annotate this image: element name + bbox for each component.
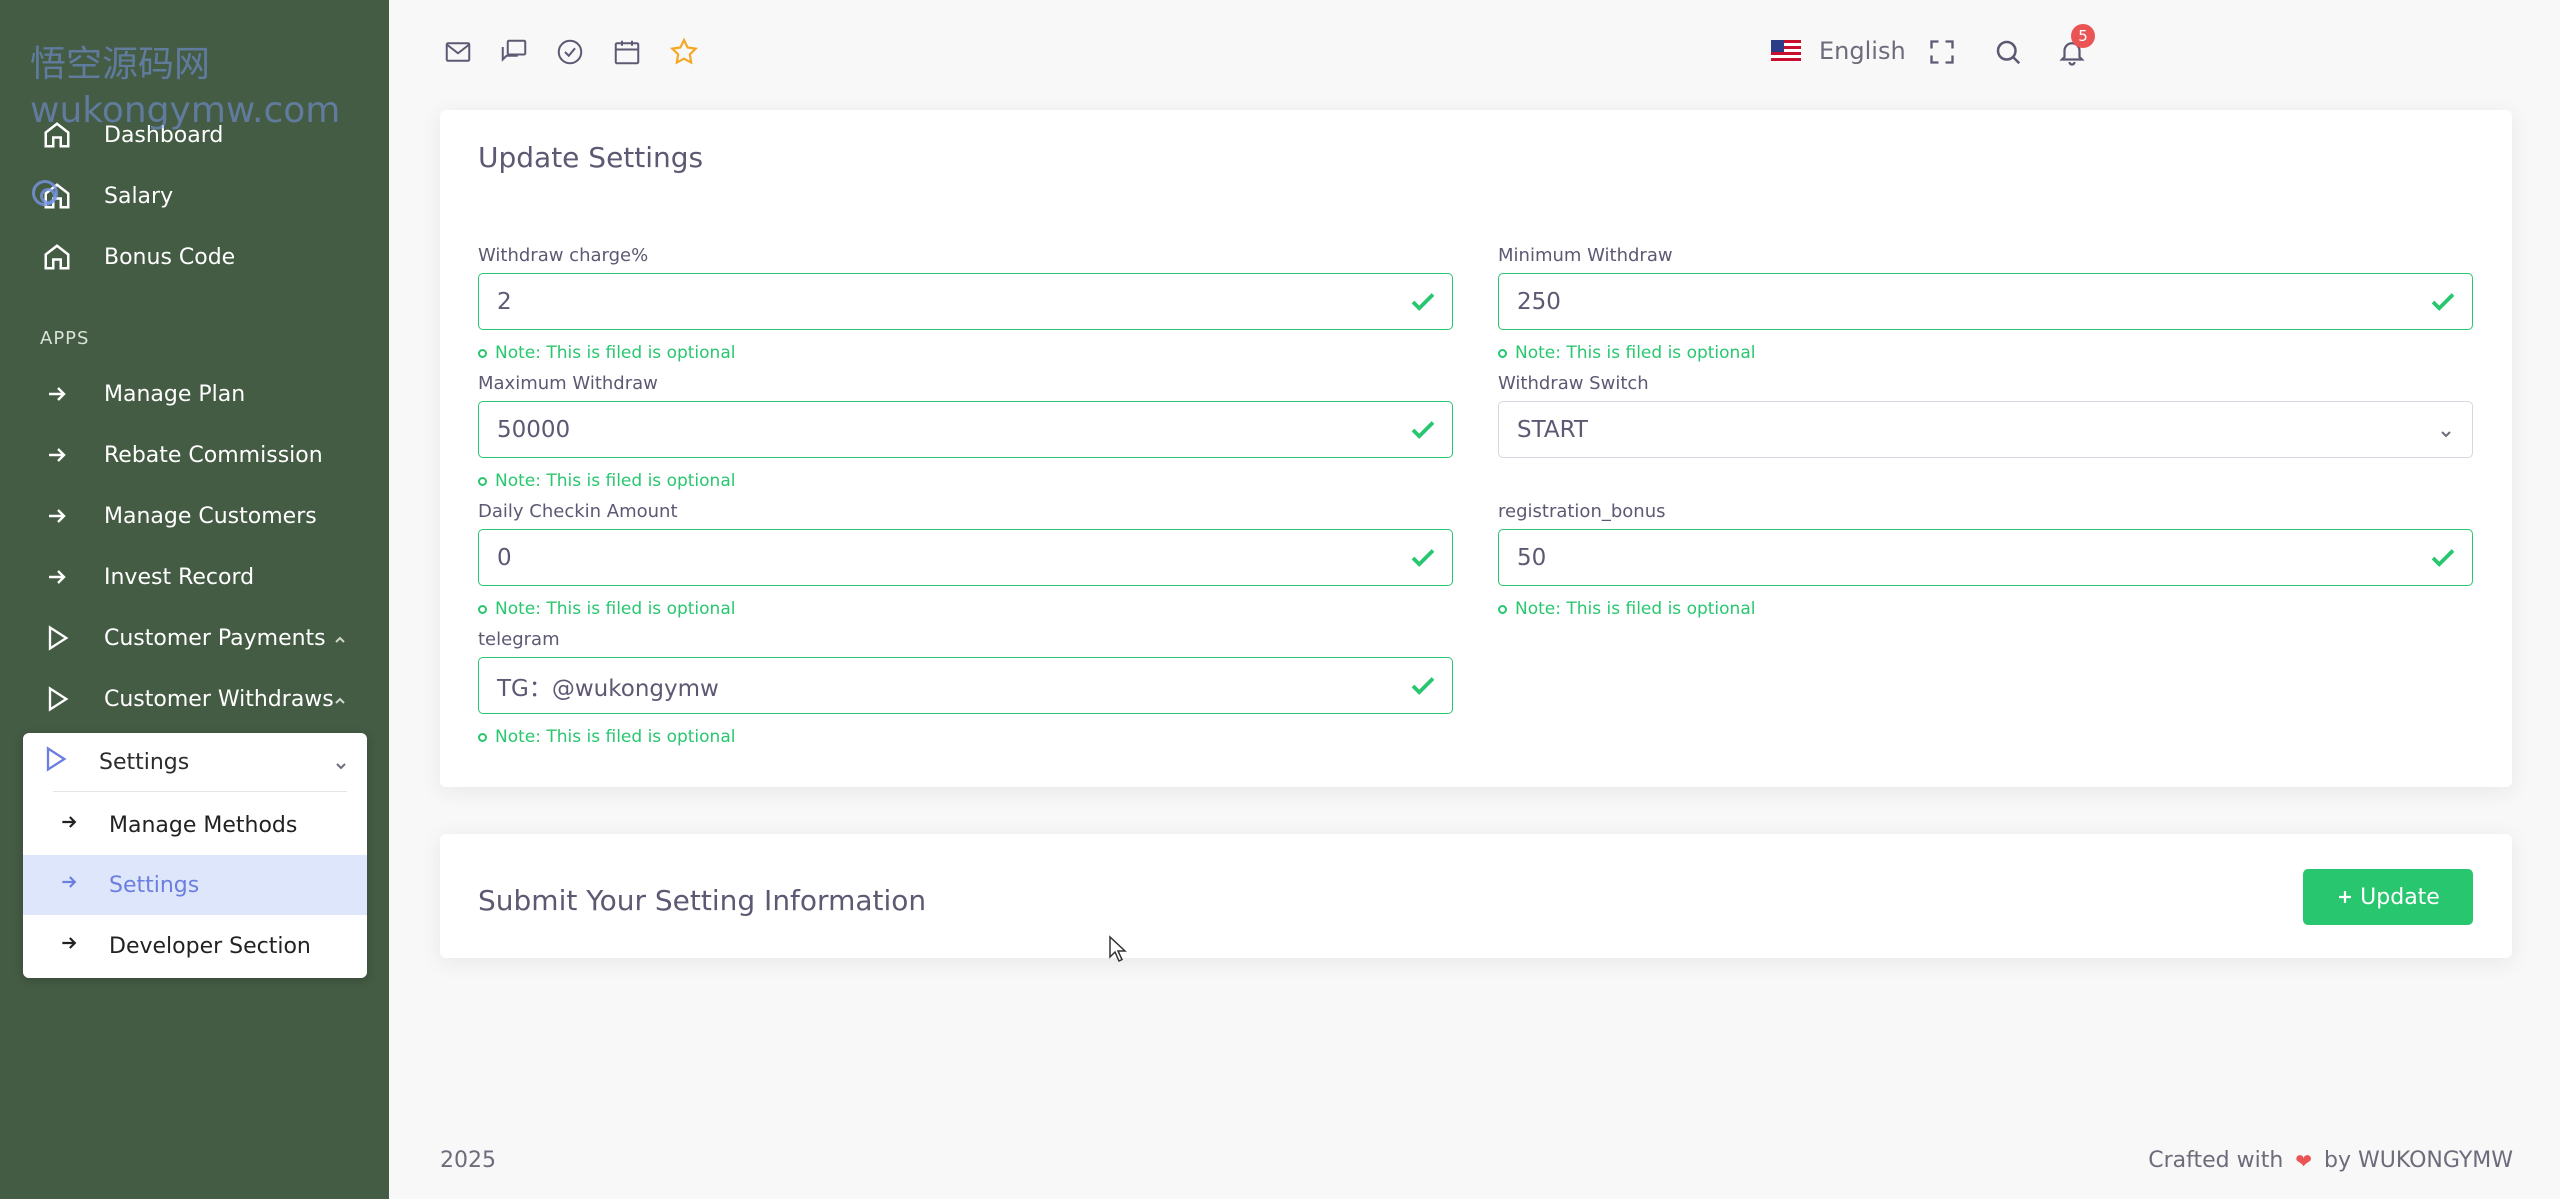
withdraw-charge-input[interactable]: 2 (478, 273, 1453, 330)
arrow-right-icon (40, 438, 74, 472)
sidebar-item-label: Manage Plan (104, 381, 246, 407)
sidebar-item-invest-record[interactable]: Invest Record (24, 548, 366, 606)
sidebar-item-customer-payments[interactable]: Customer Payments (24, 609, 366, 667)
withdraw-charge-label: Withdraw charge% (478, 245, 649, 266)
sidebar-item-developer-section[interactable]: Developer Section (23, 916, 367, 976)
submit-title: Submit Your Setting Information (478, 884, 927, 917)
circle-icon (478, 732, 487, 742)
chevron-down-icon (2438, 422, 2454, 448)
maximum-withdraw-label: Maximum Withdraw (478, 373, 658, 394)
update-button[interactable]: Update (2303, 869, 2473, 925)
sidebar-item-label: Salary (104, 183, 174, 209)
arrow-right-icon (40, 377, 74, 411)
sidebar-item-manage-plan[interactable]: Manage Plan (24, 365, 366, 423)
play-icon (40, 682, 74, 716)
divider (53, 791, 347, 792)
chat-icon[interactable] (498, 36, 530, 68)
mail-icon[interactable] (442, 36, 474, 68)
sidebar-section-label: APPS (40, 328, 90, 349)
circle-icon (1498, 348, 1507, 358)
calendar-icon[interactable] (611, 36, 643, 68)
home-icon (40, 240, 74, 274)
arrow-right-icon (59, 872, 79, 898)
sidebar: 悟空源码网 wukongymw.com Dashboard Salary Bon… (0, 0, 389, 1199)
fullscreen-icon[interactable] (1926, 36, 1958, 68)
circle-icon (478, 476, 487, 486)
field-note: Note: This is filed is optional (478, 471, 735, 491)
registration-bonus-input[interactable]: 50 (1498, 529, 2473, 586)
maximum-withdraw-input[interactable]: 50000 (478, 401, 1453, 458)
sidebar-item-settings[interactable]: Settings (23, 855, 367, 915)
registration-bonus-label: registration_bonus (1498, 501, 1666, 522)
chevron-down-icon (333, 755, 349, 780)
mouse-cursor-icon (1108, 935, 1128, 967)
sidebar-item-dashboard[interactable]: Dashboard (24, 106, 366, 164)
arrow-right-icon (59, 933, 79, 959)
watermark-logo-icon (32, 180, 58, 206)
plus-icon (2336, 888, 2354, 906)
sidebar-item-label: Bonus Code (104, 244, 236, 270)
withdraw-switch-label: Withdraw Switch (1498, 373, 1649, 394)
check-icon (2428, 543, 2458, 579)
daily-checkin-input[interactable]: 0 (478, 529, 1453, 586)
sidebar-item-bonus-code[interactable]: Bonus Code (24, 228, 366, 286)
language-selector[interactable]: English (1771, 36, 1906, 66)
arrow-right-icon (59, 812, 79, 838)
footer-credits: Crafted with ❤ by WUKONGYMW (2148, 1148, 2513, 1173)
sidebar-item-label: Dashboard (104, 122, 224, 148)
language-label: English (1819, 37, 1906, 65)
play-icon (40, 621, 74, 655)
minimum-withdraw-input[interactable]: 250 (1498, 273, 2473, 330)
arrow-right-icon (40, 499, 74, 533)
sidebar-item-label: Developer Section (109, 933, 311, 959)
sidebar-item-manage-methods[interactable]: Manage Methods (23, 795, 367, 855)
minimum-withdraw-label: Minimum Withdraw (1498, 245, 1673, 266)
check-icon (1408, 287, 1438, 323)
field-note: Note: This is filed is optional (1498, 599, 1755, 619)
sidebar-item-salary[interactable]: Salary (24, 167, 366, 225)
page-title: Update Settings (478, 141, 704, 174)
circle-icon (478, 604, 487, 614)
telegram-label: telegram (478, 629, 560, 650)
check-icon (1408, 415, 1438, 451)
arrow-right-icon (40, 560, 74, 594)
circle-icon (478, 348, 487, 358)
sidebar-item-settings-group[interactable]: Settings (23, 733, 367, 791)
sidebar-item-label: Manage Methods (109, 812, 298, 838)
sidebar-item-manage-customers[interactable]: Manage Customers (24, 487, 366, 545)
home-icon (40, 118, 74, 152)
check-icon (1408, 543, 1438, 579)
sidebar-item-label: Invest Record (104, 564, 255, 590)
sidebar-item-customer-withdraws[interactable]: Customer Withdraws (24, 670, 366, 728)
heart-icon: ❤ (2295, 1148, 2313, 1173)
sidebar-item-label: Settings (99, 749, 190, 775)
sidebar-item-rebate-commission[interactable]: Rebate Commission (24, 426, 366, 484)
check-icon (2428, 287, 2458, 323)
field-note: Note: This is filed is optional (478, 727, 735, 747)
sidebar-item-label: Customer Withdraws (104, 686, 334, 712)
sidebar-item-label: Rebate Commission (104, 442, 323, 468)
settings-submenu: Settings Manage Methods Settings Develop… (23, 733, 367, 978)
telegram-input[interactable]: TG：@wukongymw (478, 657, 1453, 714)
field-note: Note: This is filed is optional (478, 599, 735, 619)
field-note: Note: This is filed is optional (478, 343, 735, 363)
us-flag-icon (1771, 40, 1801, 62)
sidebar-item-label: Customer Payments (104, 625, 326, 651)
chevron-up-icon (332, 629, 348, 654)
check-icon (1408, 671, 1438, 707)
star-icon[interactable] (668, 36, 700, 68)
daily-checkin-label: Daily Checkin Amount (478, 501, 678, 522)
check-circle-icon[interactable] (554, 36, 586, 68)
search-icon[interactable] (1992, 36, 2024, 68)
notification-badge: 5 (2071, 24, 2095, 48)
play-icon (41, 745, 69, 779)
footer-year: 2025 (440, 1148, 496, 1173)
sidebar-item-label: Settings (109, 872, 200, 898)
withdraw-switch-select[interactable]: START (1498, 401, 2473, 458)
circle-icon (1498, 604, 1507, 614)
field-note: Note: This is filed is optional (1498, 343, 1755, 363)
chevron-up-icon (332, 690, 348, 715)
sidebar-item-label: Manage Customers (104, 503, 317, 529)
